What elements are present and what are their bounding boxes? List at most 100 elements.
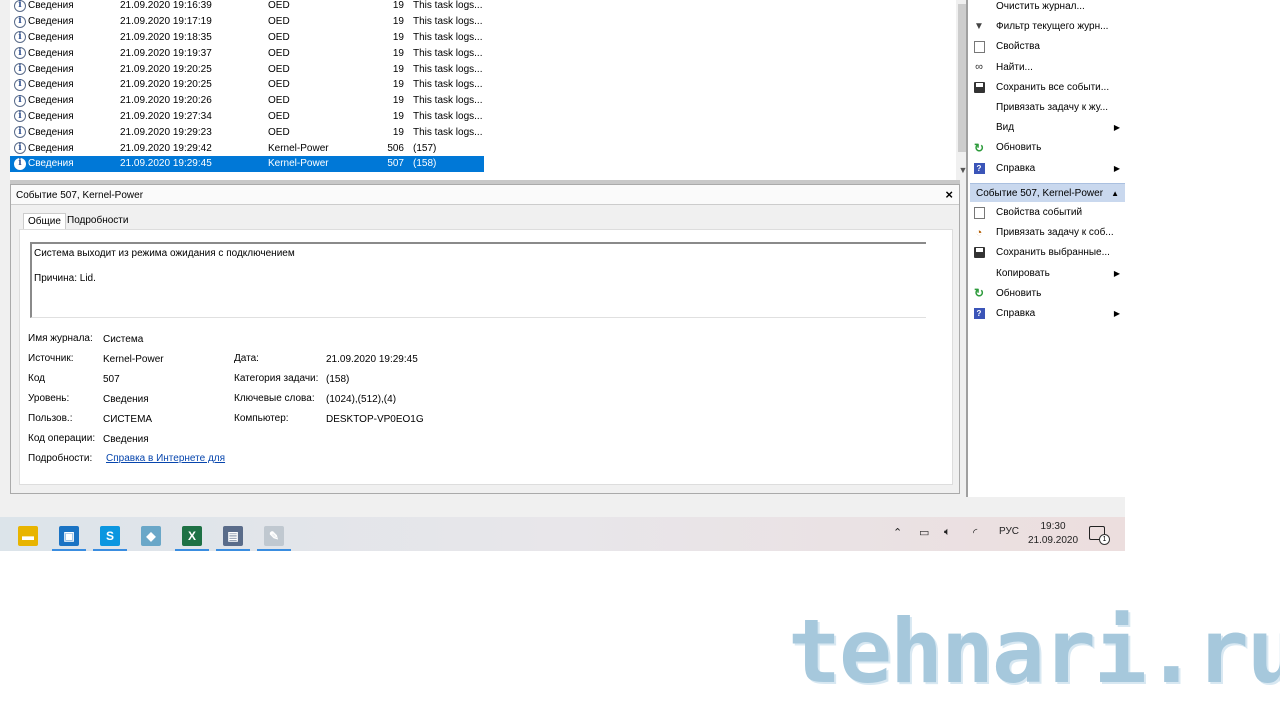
table-row[interactable]: i Сведения 21.09.2020 19:29:45 Kernel-Power… (10, 156, 484, 172)
task-icon: ◔ (975, 226, 983, 239)
info-icon: i (14, 126, 26, 139)
action-icon-slot (972, 101, 986, 115)
computer-label: Компьютер: (234, 413, 289, 424)
row-task-category: This task logs... (413, 95, 483, 107)
volume-icon[interactable]: 🔈︎ (944, 526, 951, 539)
watermark-logo: tehnari.ru (788, 600, 1280, 703)
info-icon: i (14, 15, 26, 28)
battery-icon[interactable]: ▭ (919, 526, 929, 539)
row-level: Сведения (28, 31, 74, 43)
save-icon (973, 81, 985, 93)
action-label: Сохранить все событи... (996, 81, 1110, 93)
submenu-arrow-icon: ▶ (1113, 309, 1120, 318)
row-event-id: 19 (392, 0, 404, 12)
row-event-id: 507 (387, 158, 404, 170)
action-label: Копировать (996, 267, 1050, 279)
row-event-id: 19 (392, 47, 404, 59)
action-label: Свойства (996, 41, 1040, 53)
binoculars-icon: ∞ (975, 61, 983, 74)
table-row[interactable]: i Сведения 21.09.2020 19:29:42 Kernel-Power… (10, 140, 484, 156)
info-icon: i (14, 47, 26, 60)
wifi-icon[interactable]: ◜ (973, 526, 977, 539)
action-item[interactable]: ▼ Фильтр текущего журн... (972, 17, 1124, 36)
table-row[interactable]: i Сведения 21.09.2020 19:27:34 OED 19 This ta… (10, 109, 484, 125)
taskbar-app-button[interactable]: ▬ (9, 521, 47, 551)
more-info-label: Подробности: (28, 453, 93, 464)
table-row[interactable]: i Сведения 21.09.2020 19:19:37 OED 19 This ta… (10, 45, 484, 61)
info-icon: i (14, 157, 26, 170)
action-item[interactable]: ◔ Привязать задачу к соб... (972, 223, 1124, 242)
action-item[interactable]: Сохранить выбранные... (972, 243, 1124, 262)
table-row[interactable]: i Сведения 21.09.2020 19:29:23 OED 19 This ta… (10, 124, 484, 140)
clock[interactable]: 19:30 21.09.2020 (1025, 520, 1081, 548)
event-id-label: Код (28, 373, 46, 384)
action-item[interactable]: Свойства (972, 37, 1124, 56)
taskbar-app-button[interactable]: ▣ (50, 521, 88, 551)
save-icon (973, 247, 985, 259)
message-line: Причина: Lid. (34, 273, 96, 284)
taskbar-app-button[interactable]: S (91, 521, 129, 551)
table-row[interactable]: i Сведения 21.09.2020 19:20:25 OED 19 This ta… (10, 77, 484, 93)
online-help-link[interactable]: Справка в Интернете для (106, 453, 225, 464)
action-label: Вид (996, 122, 1015, 134)
action-item[interactable]: ↻ Обновить (972, 284, 1124, 303)
table-row[interactable]: i Сведения 21.09.2020 19:20:25 OED 19 This ta… (10, 61, 484, 77)
taskbar-app-button[interactable]: ◆ (132, 521, 170, 551)
action-item[interactable]: Сохранить все событи... (972, 78, 1124, 97)
table-row[interactable]: i Сведения 21.09.2020 19:17:19 OED 19 This ta… (10, 14, 484, 30)
info-icon: i (14, 94, 26, 107)
tab-panel-general: Система выходит из режима ожидания с под… (19, 229, 953, 485)
row-task-category: This task logs... (413, 126, 483, 138)
logged-value: 21.09.2020 19:29:45 (326, 354, 418, 365)
row-date: 21.09.2020 19:20:26 (120, 95, 212, 107)
action-item[interactable]: Вид ▶ (972, 118, 1124, 137)
notes-icon: ◆ (141, 526, 161, 546)
taskbar-app-button[interactable]: ▤ (214, 521, 252, 551)
row-date: 21.09.2020 19:29:23 (120, 126, 212, 138)
taskbar-app-button[interactable]: ✎ (255, 521, 293, 551)
action-item[interactable]: ↻ Обновить (972, 138, 1124, 157)
action-item[interactable]: Копировать ▶ (972, 264, 1124, 283)
action-icon-slot: ↻ (972, 286, 986, 300)
row-level: Сведения (28, 63, 74, 75)
row-date: 21.09.2020 19:18:35 (120, 31, 212, 43)
row-event-id: 19 (392, 63, 404, 75)
clock-date: 21.09.2020 (1027, 535, 1079, 546)
action-item[interactable]: Привязать задачу к жу... (972, 98, 1124, 117)
notification-icon[interactable]: 1 (1089, 526, 1110, 545)
row-date: 21.09.2020 19:20:25 (120, 63, 212, 75)
tab-general[interactable]: Общие (23, 213, 66, 230)
action-item[interactable]: ? Справка ▶ (972, 159, 1124, 178)
event-message[interactable]: Система выходит из режима ожидания с под… (30, 242, 926, 318)
row-source: OED (268, 79, 290, 91)
taskbar-app-button[interactable]: X (173, 521, 211, 551)
detail-title: Событие 507, Kernel-Power (16, 190, 144, 201)
event-list[interactable]: i Сведения 21.09.2020 19:16:39 OED 19 This ta… (10, 0, 970, 180)
collapse-icon[interactable]: ▲ (1111, 189, 1119, 198)
action-label: Привязать задачу к жу... (996, 102, 1109, 113)
log-name-value: Система (103, 334, 144, 345)
table-row[interactable]: i Сведения 21.09.2020 19:16:39 OED 19 This ta… (10, 0, 484, 14)
action-icon-slot: ? (972, 307, 986, 321)
detail-header: Событие 507, Kernel-Power × (11, 185, 959, 205)
event-actions-header[interactable]: Событие 507, Kernel-Power ▲ (970, 183, 1125, 202)
action-item[interactable]: ? Справка ▶ (972, 304, 1124, 323)
tab-details[interactable]: Подробности (63, 213, 132, 230)
language-indicator[interactable]: РУС (999, 526, 1019, 537)
table-row[interactable]: i Сведения 21.09.2020 19:18:35 OED 19 This ta… (10, 30, 484, 46)
row-event-id: 19 (392, 126, 404, 138)
action-item[interactable]: Очистить журнал... (972, 0, 1124, 16)
properties-icon (973, 40, 985, 53)
row-source: OED (268, 0, 290, 12)
row-date: 21.09.2020 19:27:34 (120, 110, 212, 122)
close-icon[interactable]: × (945, 187, 953, 202)
logged-label: Дата: (234, 353, 259, 364)
remote-desktop-icon: ▣ (59, 526, 79, 546)
row-source: OED (268, 63, 290, 75)
row-event-id: 506 (387, 142, 404, 154)
show-hidden-icons-icon[interactable]: ⌃ (893, 526, 902, 539)
action-item[interactable]: Свойства событий (972, 203, 1124, 222)
clock-time: 19:30 (1040, 521, 1066, 532)
action-item[interactable]: ∞ Найти... (972, 58, 1124, 77)
table-row[interactable]: i Сведения 21.09.2020 19:20:26 OED 19 This ta… (10, 93, 484, 109)
